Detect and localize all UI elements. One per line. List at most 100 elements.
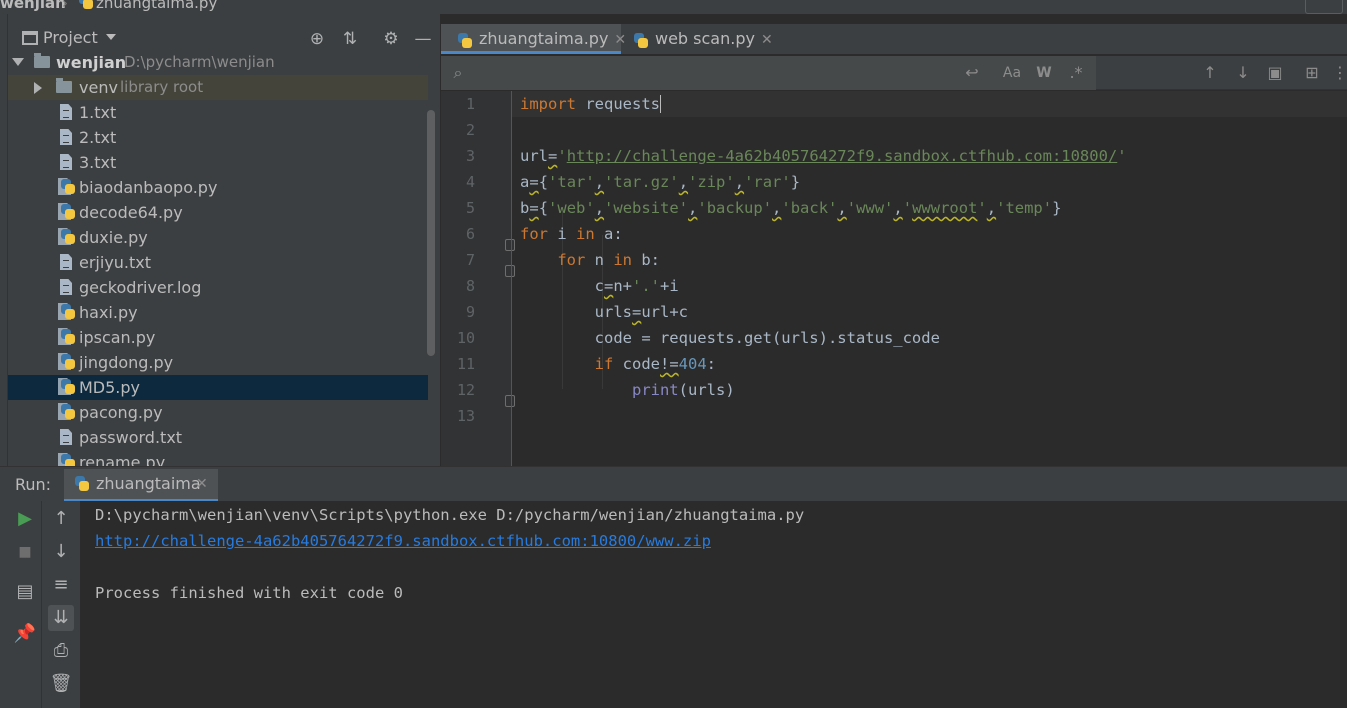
- chevron-down-icon[interactable]: [106, 34, 116, 40]
- tree-file-row[interactable]: 3.txt: [8, 150, 428, 175]
- tab-label: zhuangtaima.py: [479, 29, 609, 48]
- text-file-icon: [60, 129, 72, 145]
- select-all-occurrences-icon[interactable]: ▣: [1264, 62, 1286, 84]
- gear-icon[interactable]: ⚙: [380, 28, 402, 50]
- match-case-icon[interactable]: Aa: [1001, 62, 1023, 84]
- tree-venv-name: venv: [79, 78, 118, 97]
- project-panel-title[interactable]: Project: [43, 28, 98, 47]
- pin-icon[interactable]: 📌: [12, 621, 38, 647]
- filter-icon[interactable]: ⋮: [1329, 62, 1347, 84]
- python-file-icon: [58, 178, 76, 196]
- run-panel-header: Run: zhuangtaima ✕: [0, 466, 1347, 502]
- code-line-10: code = requests.get(urls).status_code: [520, 329, 940, 347]
- python-file-icon: [58, 453, 76, 466]
- print-icon[interactable]: ⎙: [48, 638, 74, 664]
- left-tool-strip: [0, 14, 8, 466]
- locate-icon[interactable]: ⊕: [306, 28, 328, 50]
- tab-web-scan[interactable]: web scan.py ✕: [621, 24, 773, 54]
- code-line-8: c=n+'.'+i: [520, 277, 679, 295]
- fold-marker-icon[interactable]: [505, 265, 515, 277]
- project-tree: wenjian D:\pycharm\wenjian venv library …: [8, 50, 440, 466]
- fold-marker-icon[interactable]: [505, 395, 515, 407]
- tree-file-row[interactable]: haxi.py: [8, 300, 428, 325]
- tree-file-label: pacong.py: [79, 403, 163, 422]
- stop-icon[interactable]: ■: [12, 539, 38, 565]
- tree-root-row[interactable]: wenjian D:\pycharm\wenjian: [8, 50, 428, 75]
- text-file-icon: [60, 279, 72, 295]
- code-line-7: for n in b:: [557, 251, 660, 269]
- new-line-icon[interactable]: ↩: [961, 62, 983, 84]
- python-file-icon: [58, 203, 76, 221]
- tree-file-label: haxi.py: [79, 303, 138, 322]
- tab-zhuangtaima[interactable]: zhuangtaima.py ✕: [441, 24, 626, 54]
- trash-icon[interactable]: 🗑: [48, 671, 74, 697]
- line-number: 2: [465, 121, 475, 139]
- code-line-6: for i in a:: [520, 225, 623, 243]
- python-file-icon: [72, 475, 90, 493]
- search-icon[interactable]: ⌕: [447, 62, 469, 84]
- tree-file-row[interactable]: biaodanbaopo.py: [8, 175, 428, 200]
- line-number: 1: [465, 95, 475, 113]
- python-file-icon: [58, 378, 76, 396]
- scroll-to-end-icon[interactable]: ⇊: [48, 605, 74, 631]
- tree-file-row[interactable]: duxie.py: [8, 225, 428, 250]
- close-icon[interactable]: ✕: [761, 32, 773, 48]
- tree-file-label: 3.txt: [79, 153, 117, 172]
- tree-file-row[interactable]: jingdong.py: [8, 350, 428, 375]
- tree-venv-row[interactable]: venv library root: [8, 75, 428, 100]
- top-right-widget[interactable]: [1305, 0, 1343, 14]
- previous-occurrence-icon[interactable]: ↑: [1199, 62, 1221, 84]
- breadcrumb-project[interactable]: wenjian: [0, 0, 66, 12]
- tree-root-name: wenjian: [56, 53, 127, 72]
- tree-file-row[interactable]: geckodriver.log: [8, 275, 428, 300]
- collapse-all-icon[interactable]: ⇅: [339, 28, 361, 50]
- code-line-1: import requests: [520, 91, 671, 117]
- run-console[interactable]: D:\pycharm\wenjian\venv\Scripts\python.e…: [80, 501, 1347, 708]
- breadcrumb-file[interactable]: zhuangtaima.py: [96, 0, 217, 12]
- python-file-icon: [58, 228, 76, 246]
- next-occurrence-icon[interactable]: ↓: [1232, 62, 1254, 84]
- run-tab[interactable]: zhuangtaima ✕: [64, 469, 218, 502]
- tree-file-row[interactable]: 1.txt: [8, 100, 428, 125]
- add-selection-icon[interactable]: ⊞: [1301, 62, 1323, 84]
- console-output-link[interactable]: http://challenge-4a62b405764272f9.sandbo…: [95, 528, 711, 554]
- tree-root-path: D:\pycharm\wenjian: [124, 53, 275, 71]
- project-panel-header: Project ⊕ ⇅ ⚙ —: [8, 24, 440, 52]
- text-file-icon: [60, 104, 72, 120]
- tree-file-row[interactable]: pacong.py: [8, 400, 428, 425]
- expand-arrow-icon[interactable]: [12, 58, 24, 66]
- python-file-icon: [58, 353, 76, 371]
- tree-file-row[interactable]: ipscan.py: [8, 325, 428, 350]
- up-arrow-icon[interactable]: ↑: [48, 506, 74, 532]
- rerun-icon[interactable]: ▶: [12, 506, 38, 532]
- fold-marker-icon[interactable]: [505, 239, 515, 251]
- console-command: D:\pycharm\wenjian\venv\Scripts\python.e…: [95, 506, 805, 524]
- text-file-icon: [60, 154, 72, 170]
- tree-file-row[interactable]: erjiyu.txt: [8, 250, 428, 275]
- tree-file-label: ipscan.py: [79, 328, 156, 347]
- search-input[interactable]: ⌕ ↩ Aa W .*: [441, 56, 1096, 90]
- line-number: 12: [456, 381, 475, 399]
- tree-file-row[interactable]: password.txt: [8, 425, 428, 450]
- gutter-divider: [511, 91, 512, 466]
- tree-file-row[interactable]: decode64.py: [8, 200, 428, 225]
- tree-scrollbar[interactable]: [427, 110, 435, 356]
- tree-venv-hint: library root: [120, 78, 204, 96]
- line-number: 11: [456, 355, 475, 373]
- minimize-icon[interactable]: —: [412, 28, 434, 50]
- folder-icon: [56, 78, 72, 93]
- layout-icon[interactable]: ▤: [12, 579, 38, 605]
- tree-file-row[interactable]: rename.py: [8, 450, 428, 466]
- tree-file-row[interactable]: MD5.py: [8, 375, 428, 400]
- down-arrow-icon[interactable]: ↓: [48, 539, 74, 565]
- regex-icon[interactable]: .*: [1065, 62, 1087, 84]
- collapse-arrow-icon[interactable]: [34, 82, 42, 94]
- code-line-11: if code!=404:: [594, 355, 717, 373]
- close-icon[interactable]: ✕: [196, 469, 208, 499]
- code-line-4: a={'tar','tar.gz','zip','rar'}: [520, 173, 801, 191]
- tree-file-row[interactable]: 2.txt: [8, 125, 428, 150]
- tree-file-label: 1.txt: [79, 103, 117, 122]
- soft-wrap-icon[interactable]: ≡: [48, 572, 74, 598]
- whole-words-icon[interactable]: W: [1033, 62, 1055, 84]
- python-file-icon: [76, 0, 94, 11]
